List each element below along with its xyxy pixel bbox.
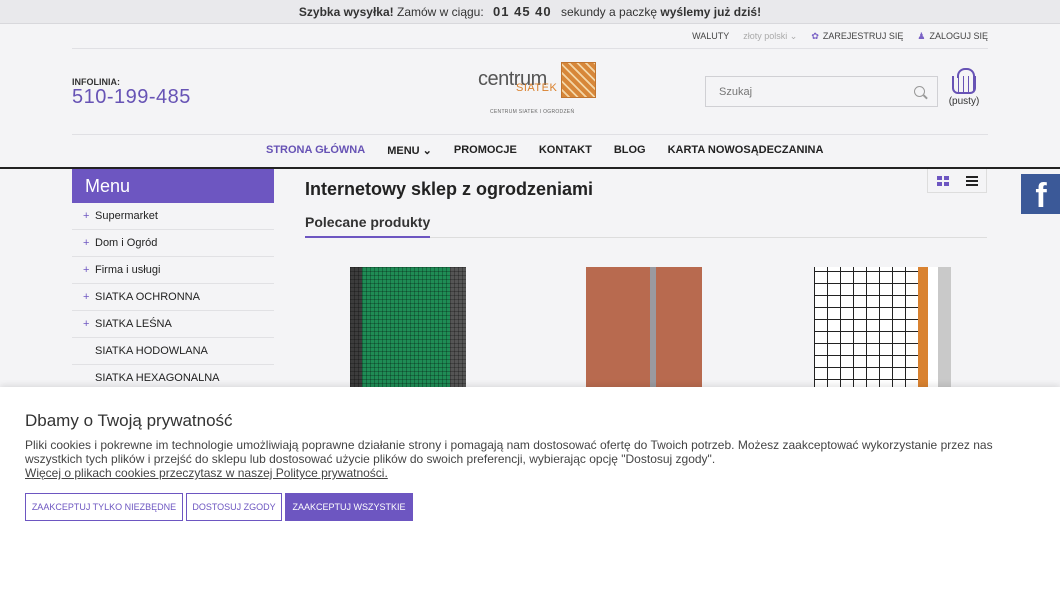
nav-home[interactable]: STRONA GŁÓWNA	[266, 144, 365, 157]
gear-icon: ✿	[811, 30, 819, 41]
sidebar-item-label: SIATKA HODOWLANA	[95, 345, 208, 357]
nav-card[interactable]: KARTA NOWOSĄDECZANINA	[668, 144, 824, 157]
grid-icon	[936, 175, 949, 186]
sidebar-item-home-garden[interactable]: + Dom i Ogród	[72, 230, 274, 257]
plus-icon[interactable]: +	[83, 257, 89, 284]
basket-icon	[952, 68, 976, 94]
list-icon	[965, 175, 978, 186]
logo-word-siatek: SIATEK	[516, 82, 558, 94]
list-view-button[interactable]	[957, 169, 986, 192]
cart-status: (pusty)	[948, 96, 980, 107]
divider	[305, 236, 987, 238]
divider	[72, 134, 988, 135]
accept-necessary-button[interactable]: ZAAKCEPTUJ TYLKO NIEZBĘDNE	[25, 493, 183, 521]
page-title: Internetowy sklep z ogrodzeniami	[305, 179, 594, 199]
plus-icon[interactable]: +	[83, 203, 89, 230]
sidebar-item-label: SIATKA OCHRONNA	[95, 291, 200, 303]
product-image-wire-mesh[interactable]	[814, 267, 951, 392]
customize-consents-button[interactable]: DOSTOSUJ ZGODY	[186, 493, 282, 521]
product-image-green-net[interactable]	[350, 267, 466, 392]
sidebar-menu: + Supermarket + Dom i Ogród + Firma i usług…	[72, 203, 274, 392]
login-link[interactable]: ♟ ZALOGUJ SIĘ	[917, 31, 988, 42]
promo-lead: Szybka wysyłka!	[298, 5, 394, 19]
cookie-title: Dbamy o Twoją prywatność	[25, 411, 233, 430]
sidebar-item-breeding-net[interactable]: SIATKA HODOWLANA	[72, 338, 274, 365]
facebook-icon[interactable]: f	[1021, 174, 1060, 215]
search-icon[interactable]	[914, 86, 925, 97]
cart-button[interactable]: (pusty)	[946, 68, 982, 112]
utility-bar: WALUTY złoty polski ⌄ ✿ ZAREJESTRUJ SIĘ ♟…	[692, 24, 988, 48]
promo-text1: Zamów w ciągu:	[396, 5, 484, 19]
divider	[72, 48, 988, 49]
search-input[interactable]	[706, 77, 896, 106]
privacy-policy-link[interactable]: Więcej o plikach cookies przeczytasz w n…	[25, 466, 388, 480]
user-icon: ♟	[917, 30, 926, 41]
logo-mesh-icon	[561, 62, 596, 98]
sidebar-item-label: Firma i usługi	[95, 264, 161, 276]
site-logo[interactable]: centrum SIATEK CENTRUM SIATEK I OGRODZEŃ	[476, 62, 600, 120]
main-nav: STRONA GŁÓWNA MENU ⌄ PROMOCJE KONTAKT BL…	[266, 144, 823, 157]
nav-contact[interactable]: KONTAKT	[539, 144, 592, 157]
nav-blog[interactable]: BLOG	[614, 144, 646, 157]
section-title: Polecane produkty	[305, 214, 431, 230]
plus-icon[interactable]: +	[83, 311, 89, 338]
hotline-phone[interactable]: 510-199-485	[72, 86, 191, 109]
sidebar-item-protective-net[interactable]: + SIATKA OCHRONNA	[72, 284, 274, 311]
grid-view-button[interactable]	[928, 169, 957, 192]
cookie-text: Pliki cookies i pokrewne im technologie …	[25, 438, 993, 466]
promo-text2: sekundy a paczkę	[560, 5, 658, 19]
sidebar-title: Menu	[72, 169, 274, 203]
search-box	[705, 76, 938, 107]
accept-all-button[interactable]: ZAAKCEPTUJ WSZYSTKIE	[285, 493, 413, 521]
nav-promotions[interactable]: PROMOCJE	[454, 144, 517, 157]
sidebar-item-company-services[interactable]: + Firma i usługi	[72, 257, 274, 284]
login-label: ZALOGUJ SIĘ	[929, 30, 988, 41]
sidebar-item-forest-net[interactable]: + SIATKA LEŚNA	[72, 311, 274, 338]
view-toggle	[927, 169, 987, 193]
plus-icon[interactable]: +	[83, 230, 89, 257]
plus-icon[interactable]: +	[83, 284, 89, 311]
sidebar-item-supermarket[interactable]: + Supermarket	[72, 203, 274, 230]
nav-menu[interactable]: MENU ⌄	[387, 144, 432, 157]
promo-timer: 01 45 40	[493, 4, 552, 19]
promo-bar: Szybka wysyłka! Zamów w ciągu: 01 45 40 …	[0, 0, 1060, 24]
sidebar-item-label: SIATKA LEŚNA	[95, 318, 172, 330]
product-image-brown-panel[interactable]	[586, 267, 702, 392]
sidebar-item-label: SIATKA HEXAGONALNA	[95, 372, 220, 384]
currency-select[interactable]: złoty polski ⌄	[743, 31, 797, 42]
logo-subtitle: CENTRUM SIATEK I OGRODZEŃ	[490, 109, 575, 115]
currency-label: WALUTY	[692, 31, 730, 41]
sidebar-item-label: Dom i Ogród	[95, 237, 158, 249]
promo-tail: wyślemy już dziś!	[660, 5, 762, 19]
register-link[interactable]: ✿ ZAREJESTRUJ SIĘ	[811, 31, 903, 42]
sidebar-item-label: Supermarket	[95, 210, 158, 222]
cookie-banner: Dbamy o Twoją prywatność Pliki cookies i…	[0, 387, 1060, 596]
register-label: ZAREJESTRUJ SIĘ	[822, 30, 904, 41]
